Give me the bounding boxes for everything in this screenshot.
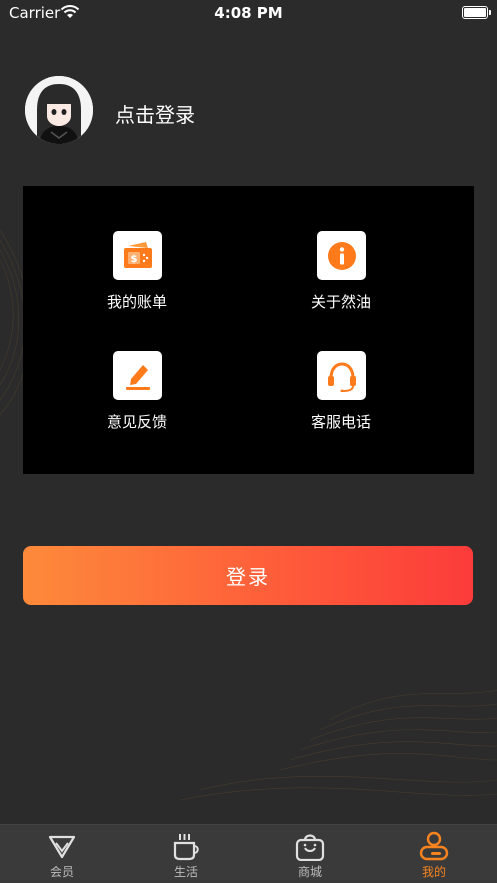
menu-item-about[interactable]: 关于然油: [271, 231, 411, 321]
menu-label-feedback: 意见反馈: [106, 413, 167, 431]
profile-header[interactable]: 点击登录: [25, 76, 325, 146]
tab-mall[interactable]: 商城: [248, 825, 372, 883]
avatar-anime-girl-icon: [25, 76, 93, 144]
menu-icon-box: [317, 231, 366, 280]
login-button[interactable]: 登录: [23, 546, 473, 605]
tab-life[interactable]: 生活: [124, 825, 248, 883]
tab-label-membership: 会员: [49, 865, 74, 879]
info-icon: [327, 241, 356, 270]
menu-icon-box: [113, 351, 162, 400]
tab-mine[interactable]: 我的: [372, 825, 496, 883]
menu-label-bill: 我的账单: [106, 293, 167, 311]
shopping-bag-icon: [295, 834, 325, 861]
tab-label-mine: 我的: [421, 865, 446, 879]
menu-icon-box: [317, 351, 366, 400]
diamond-icon: [48, 835, 76, 859]
tab-bar: 会员 生活 商城 我的: [0, 824, 497, 883]
status-bar: Carrier 4:08 PM: [0, 0, 497, 26]
menu-item-customer-service[interactable]: 客服电话: [271, 351, 411, 441]
menu-item-feedback[interactable]: 意见反馈: [67, 351, 207, 441]
menu-item-bill[interactable]: $ 我的账单: [67, 231, 207, 321]
headset-icon: [327, 361, 356, 392]
avatar[interactable]: [25, 76, 93, 144]
tab-membership[interactable]: 会员: [0, 825, 124, 883]
feedback-icon: [125, 364, 150, 390]
coffee-cup-icon: [173, 834, 199, 861]
tab-label-mall: 商城: [297, 865, 322, 879]
profile-icon: [419, 831, 449, 861]
menu-icon-box: $: [113, 231, 162, 280]
battery-icon: [462, 6, 491, 19]
tab-label-life: 生活: [173, 865, 198, 879]
svg-text:$: $: [130, 254, 137, 265]
status-time: 4:08 PM: [214, 4, 283, 22]
menu-label-customer-service: 客服电话: [310, 413, 371, 431]
menu-label-about: 关于然油: [310, 293, 371, 311]
bill-icon: $: [123, 241, 152, 268]
menu-panel: $ 我的账单 关于然油 意见反馈 客服电话: [23, 186, 474, 474]
login-prompt[interactable]: 点击登录: [115, 99, 195, 128]
